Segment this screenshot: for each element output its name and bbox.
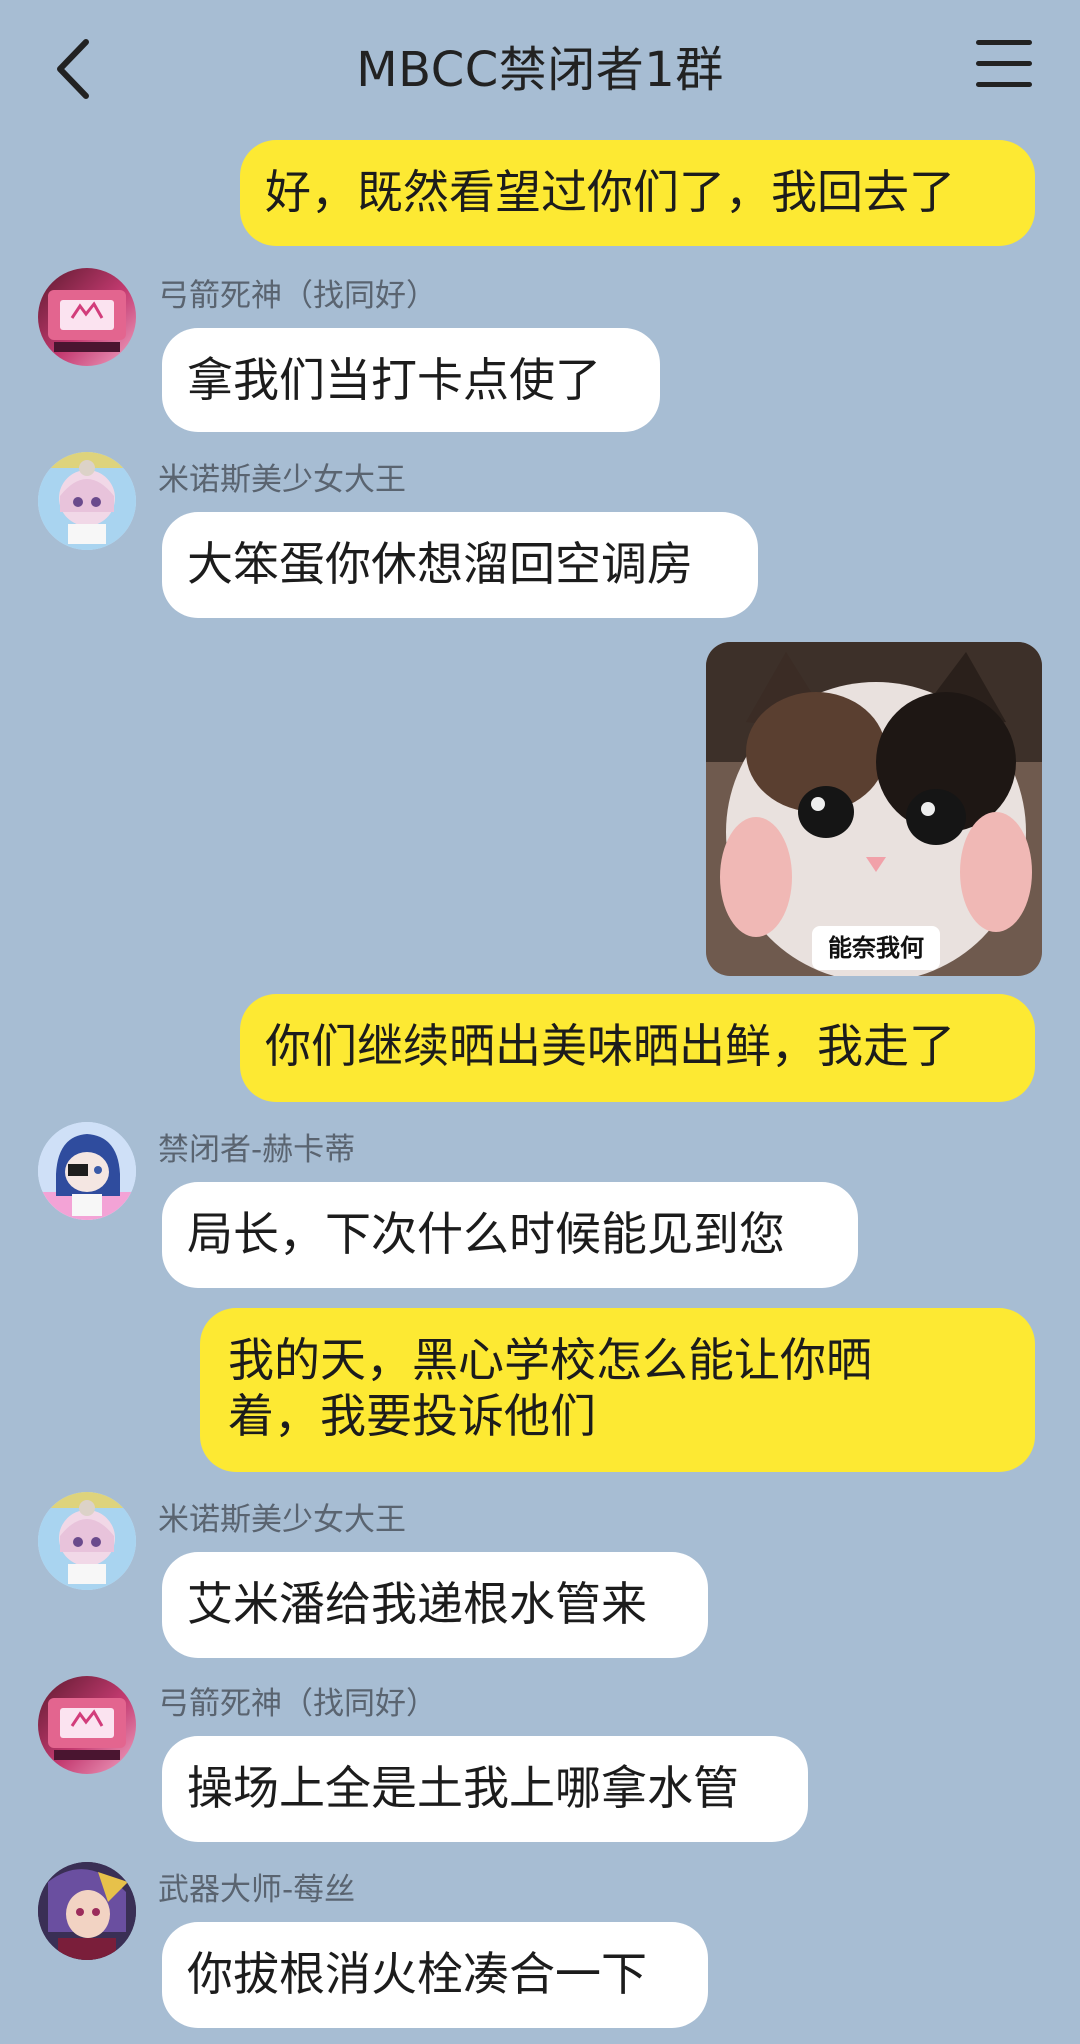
message-text: 大笨蛋你休想溜回空调房 [187,537,693,591]
message-text: 你们继续晒出美味晒出鲜，我走了 [265,1019,955,1073]
sender-name: 武器大师-莓丝 [158,1872,356,1908]
sender-name: 米诺斯美少女大王 [158,1502,406,1538]
message-bubble[interactable]: 大笨蛋你休想溜回空调房 [162,512,758,618]
avatar[interactable] [38,268,136,366]
message-bubble[interactable]: 你拔根消火栓凑合一下 [162,1922,708,2028]
message-bubble[interactable]: 好，既然看望过你们了，我回去了 [240,140,1035,246]
message-text: 好，既然看望过你们了，我回去了 [265,165,955,219]
message-text: 局长，下次什么时候能见到您 [187,1207,785,1261]
avatar-image [48,1698,126,1760]
sender-name: 米诺斯美少女大王 [158,462,406,498]
sender-name: 禁闭者-赫卡蒂 [158,1132,356,1168]
avatar[interactable] [38,1492,136,1590]
sender-name: 弓箭死神（找同好） [158,1686,437,1722]
message-bubble[interactable]: 我的天，黑心学校怎么能让你晒 着，我要投诉他们 [200,1308,1035,1472]
avatar-image [38,1862,136,1960]
message-bubble[interactable]: 你们继续晒出美味晒出鲜，我走了 [240,994,1035,1102]
avatar[interactable] [38,1122,136,1220]
chat-header: MBCC禁闭者1群 [0,0,1080,140]
chat-title: MBCC禁闭者1群 [356,42,724,98]
avatar-image [48,290,126,352]
message-text: 你拔根消火栓凑合一下 [187,1947,647,2001]
avatar[interactable] [38,452,136,550]
avatar[interactable] [38,1676,136,1774]
message-text: 操场上全是土我上哪拿水管 [187,1761,739,1815]
message-text: 拿我们当打卡点使了 [187,353,601,407]
hamburger-menu-icon [976,40,1032,87]
message-text-line: 我的天，黑心学校怎么能让你晒 [228,1333,872,1387]
message-text-line: 着，我要投诉他们 [228,1389,596,1443]
sticker-caption: 能奈我何 [812,926,940,970]
message-bubble[interactable]: 操场上全是土我上哪拿水管 [162,1736,808,1842]
message-text: 艾米潘给我递根水管来 [187,1577,647,1631]
message-bubble[interactable]: 拿我们当打卡点使了 [162,328,660,432]
message-bubble[interactable]: 艾米潘给我递根水管来 [162,1552,708,1658]
menu-button[interactable] [976,40,1032,96]
sender-name: 弓箭死神（找同好） [158,278,437,314]
avatar-image [38,1492,136,1590]
avatar[interactable] [38,1862,136,1960]
avatar-image [38,452,136,550]
avatar-image [38,1122,136,1220]
message-bubble[interactable]: 局长，下次什么时候能见到您 [162,1182,858,1288]
